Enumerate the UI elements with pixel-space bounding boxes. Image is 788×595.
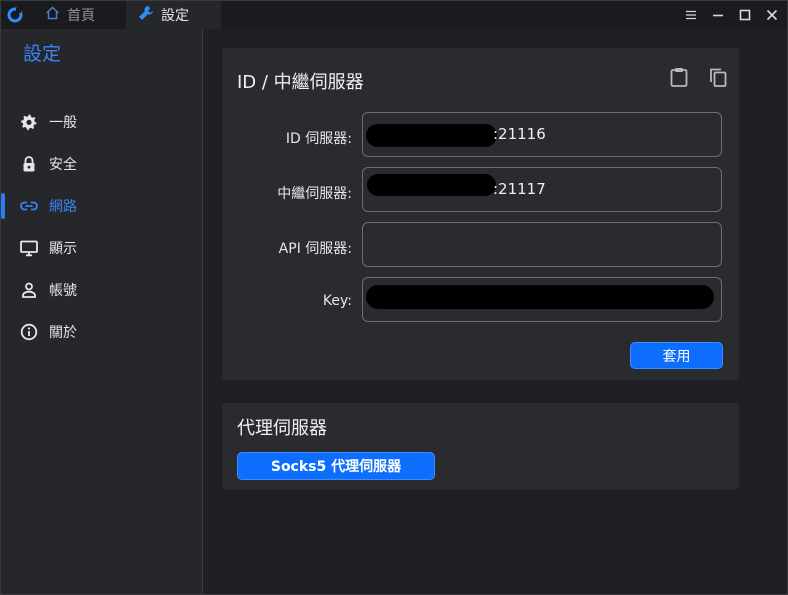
menu-icon[interactable] bbox=[682, 6, 700, 24]
id-server-input[interactable]: :21116 bbox=[362, 112, 722, 157]
redacted-block bbox=[366, 285, 714, 309]
key-label: Key: bbox=[322, 293, 352, 309]
copy-icon[interactable] bbox=[707, 66, 729, 88]
maximize-icon[interactable] bbox=[736, 6, 754, 24]
tab-label: 首頁 bbox=[67, 8, 95, 24]
socks5-proxy-button[interactable]: Socks5 代理伺服器 bbox=[237, 452, 435, 480]
sidebar-item-network[interactable]: 網路 bbox=[1, 188, 202, 224]
key-input[interactable] bbox=[362, 277, 722, 322]
api-server-input[interactable] bbox=[362, 222, 722, 267]
redacted-block bbox=[367, 174, 496, 196]
wrench-icon bbox=[137, 4, 155, 26]
sidebar-item-general[interactable]: 一般 bbox=[1, 104, 202, 140]
lock-icon bbox=[19, 154, 39, 174]
redacted-block bbox=[366, 124, 497, 147]
tab-home[interactable]: 首頁 bbox=[31, 1, 126, 29]
relay-server-value: :21117 bbox=[493, 180, 546, 198]
sidebar-item-label: 帳號 bbox=[49, 283, 77, 299]
close-icon[interactable] bbox=[763, 6, 781, 24]
app-window: 首頁 設定 設定 一般 安全 網路 顯示 帳號 關於 ID / 中繼伺服器 ID… bbox=[0, 0, 788, 595]
sidebar-title: 設定 bbox=[23, 43, 62, 65]
proxy-card-title: 代理伺服器 bbox=[237, 418, 327, 439]
relay-server-input[interactable]: :21117 bbox=[362, 167, 722, 212]
sidebar: 設定 一般 安全 網路 顯示 帳號 關於 bbox=[1, 29, 203, 594]
tab-label: 設定 bbox=[161, 8, 189, 24]
api-server-label: API 伺服器: bbox=[278, 241, 352, 257]
sidebar-item-label: 顯示 bbox=[49, 241, 77, 257]
info-icon bbox=[19, 322, 39, 342]
person-icon bbox=[19, 280, 39, 300]
id-server-value: :21116 bbox=[493, 125, 546, 143]
minimize-icon[interactable] bbox=[709, 6, 727, 24]
sidebar-item-label: 一般 bbox=[49, 115, 77, 131]
relay-server-card: ID / 中繼伺服器 ID 伺服器: :21116 中繼伺服器: :21117 … bbox=[222, 48, 739, 380]
link-icon bbox=[19, 196, 39, 216]
tab-settings[interactable]: 設定 bbox=[126, 1, 221, 29]
home-icon bbox=[45, 6, 60, 24]
monitor-icon bbox=[19, 238, 39, 258]
sidebar-item-label: 安全 bbox=[49, 157, 77, 173]
relay-card-title: ID / 中繼伺服器 bbox=[237, 72, 364, 93]
sidebar-item-label: 網路 bbox=[49, 199, 77, 215]
clipboard-icon[interactable] bbox=[668, 66, 690, 88]
sidebar-item-label: 關於 bbox=[49, 325, 77, 341]
gear-icon bbox=[19, 112, 39, 132]
sidebar-item-security[interactable]: 安全 bbox=[1, 146, 202, 182]
title-bar: 首頁 設定 bbox=[1, 1, 787, 29]
relay-server-label: 中繼伺服器: bbox=[277, 186, 352, 202]
sidebar-item-about[interactable]: 關於 bbox=[1, 314, 202, 350]
proxy-card: 代理伺服器 Socks5 代理伺服器 bbox=[222, 403, 739, 490]
app-logo-icon bbox=[7, 7, 23, 23]
apply-button[interactable]: 套用 bbox=[630, 342, 723, 369]
sidebar-item-account[interactable]: 帳號 bbox=[1, 272, 202, 308]
id-server-label: ID 伺服器: bbox=[285, 131, 352, 147]
sidebar-item-display[interactable]: 顯示 bbox=[1, 230, 202, 266]
